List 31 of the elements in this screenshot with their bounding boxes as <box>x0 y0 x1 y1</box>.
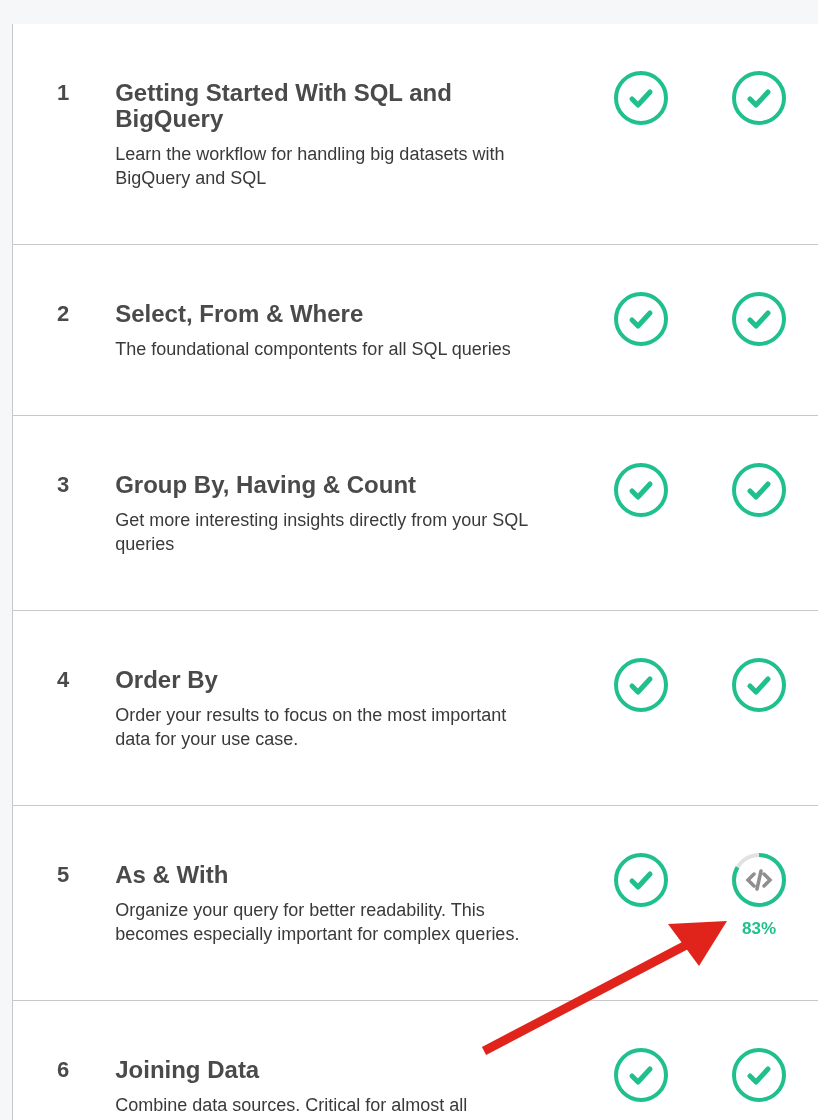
check-circle-icon <box>613 462 669 518</box>
check-circle-icon <box>613 852 669 908</box>
lesson-number: 2 <box>57 300 71 328</box>
lesson-number: 1 <box>57 79 71 107</box>
progress-percent: 83% <box>742 918 776 940</box>
lesson-title[interactable]: Joining Data <box>115 1047 496 1083</box>
lesson-description: Learn the workflow for handling big datasets with BigQuery and SQL <box>115 143 506 190</box>
check-circle-icon <box>731 657 787 713</box>
lesson-title[interactable]: Getting Started With SQL and BigQuery <box>115 70 496 132</box>
check-circle-icon <box>731 70 787 126</box>
check-circle-icon <box>731 291 787 347</box>
lesson-description: The foundational compontents for all SQL queries <box>115 338 512 361</box>
check-circle-icon <box>613 291 669 347</box>
lesson-description: Get more interesting insights directly from your SQL queries <box>115 509 529 556</box>
lesson-title[interactable]: Select, From & Where <box>115 291 496 327</box>
lesson-description: Combine data sources. Critical for almost all <box>115 1094 469 1117</box>
check-circle-icon <box>613 1047 669 1103</box>
check-circle-icon <box>731 462 787 518</box>
check-circle-icon <box>613 657 669 713</box>
lesson-title[interactable]: Order By <box>115 657 496 693</box>
lesson-number: 4 <box>57 666 71 694</box>
check-circle-icon <box>731 1047 787 1103</box>
lesson-number: 3 <box>57 471 71 499</box>
lesson-title[interactable]: Group By, Having & Count <box>115 462 496 498</box>
check-circle-icon <box>613 70 669 126</box>
lesson-description: Order your results to focus on the most important data for your use case. <box>115 704 508 751</box>
lesson-description: Organize your query for better readability. This becomes especially important for complex queries. <box>115 899 521 946</box>
lesson-number: 5 <box>57 861 71 889</box>
lesson-title[interactable]: As & With <box>115 852 496 888</box>
lesson-number: 6 <box>57 1056 71 1084</box>
code-progress-icon <box>731 852 787 908</box>
